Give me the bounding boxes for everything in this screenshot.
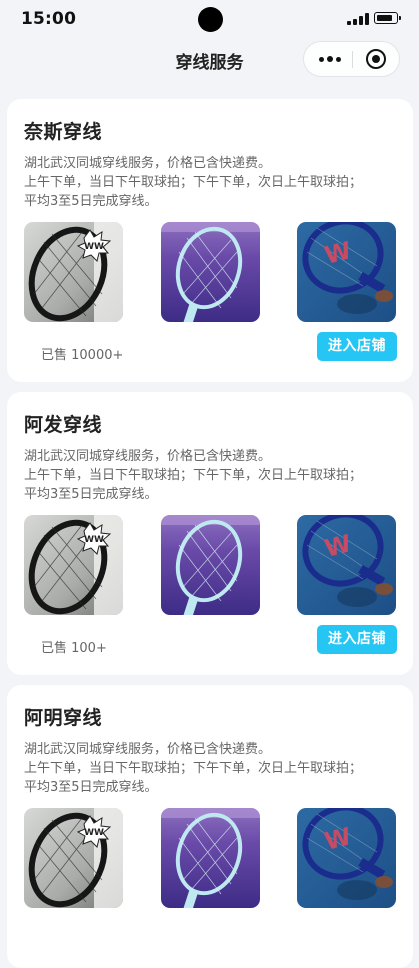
racket-wow-photo[interactable]: WW xyxy=(24,808,123,908)
racket-wow-photo[interactable]: WW xyxy=(24,515,123,615)
racket-photo-row: WW W xyxy=(24,515,413,615)
svg-text:WW: WW xyxy=(84,535,104,545)
shop-description-line: 湖北武汉同城穿线服务，价格已含快递费。 xyxy=(24,156,272,171)
shop-description-line: 湖北武汉同城穿线服务，价格已含快递费。 xyxy=(24,449,272,464)
shop-card[interactable]: 阿发穿线湖北武汉同城穿线服务，价格已含快递费。上午下单，当日下午取球拍；下午下单… xyxy=(7,392,413,675)
racket-wilson-photo[interactable]: W xyxy=(297,515,396,615)
shop-description-line: 湖北武汉同城穿线服务，价格已含快递费。 xyxy=(24,742,272,757)
sold-count: 已售 100+ xyxy=(41,641,107,656)
camera-cutout xyxy=(198,7,223,32)
signal-icon xyxy=(347,13,369,25)
racket-photo-row: WW W xyxy=(24,808,413,908)
shop-card[interactable]: 阿明穿线湖北武汉同城穿线服务，价格已含快递费。上午下单，当日下午取球拍；下午下单… xyxy=(7,685,413,968)
racket-wilson-photo[interactable]: W xyxy=(297,222,396,322)
status-time: 15:00 xyxy=(21,9,77,29)
shop-name: 奈斯穿线 xyxy=(24,121,103,143)
shop-description-line: 平均3至5日完成穿线。 xyxy=(24,780,158,795)
svg-text:WW: WW xyxy=(84,242,104,252)
svg-text:WW: WW xyxy=(84,828,104,838)
enter-shop-button[interactable]: 进入店铺 xyxy=(317,625,397,654)
sold-count: 已售 10000+ xyxy=(41,348,124,363)
shop-description-line: 上午下单，当日下午取球拍；下午下单，次日上午取球拍； xyxy=(24,175,363,190)
shop-name: 阿明穿线 xyxy=(24,707,103,729)
racket-wow-photo[interactable]: WW xyxy=(24,222,123,322)
racket-wilson-photo[interactable]: W xyxy=(297,808,396,908)
shop-description: 湖北武汉同城穿线服务，价格已含快递费。上午下单，当日下午取球拍；下午下单，次日上… xyxy=(24,447,362,504)
mini-program-capsule xyxy=(303,41,400,77)
shop-card[interactable]: 奈斯穿线湖北武汉同城穿线服务，价格已含快递费。上午下单，当日下午取球拍；下午下单… xyxy=(7,99,413,382)
enter-shop-button[interactable]: 进入店铺 xyxy=(317,332,397,361)
shop-description-line: 平均3至5日完成穿线。 xyxy=(24,487,158,502)
target-close-icon[interactable] xyxy=(353,42,399,76)
more-dots-icon[interactable] xyxy=(304,42,352,76)
shop-description-line: 上午下单，当日下午取球拍；下午下单，次日上午取球拍； xyxy=(24,761,363,776)
shop-name: 阿发穿线 xyxy=(24,414,103,436)
battery-icon xyxy=(374,12,401,24)
nav-bar: 穿线服务 xyxy=(0,40,419,80)
status-bar: 15:00 xyxy=(0,0,419,40)
racket-photo-row: WW W xyxy=(24,222,413,322)
shop-description-line: 上午下单，当日下午取球拍；下午下单，次日上午取球拍； xyxy=(24,468,363,483)
shop-description-line: 平均3至5日完成穿线。 xyxy=(24,194,158,209)
racket-purple-photo[interactable] xyxy=(161,808,260,908)
shop-description: 湖北武汉同城穿线服务，价格已含快递费。上午下单，当日下午取球拍；下午下单，次日上… xyxy=(24,154,362,211)
racket-purple-photo[interactable] xyxy=(161,515,260,615)
shop-description: 湖北武汉同城穿线服务，价格已含快递费。上午下单，当日下午取球拍；下午下单，次日上… xyxy=(24,740,362,797)
racket-purple-photo[interactable] xyxy=(161,222,260,322)
